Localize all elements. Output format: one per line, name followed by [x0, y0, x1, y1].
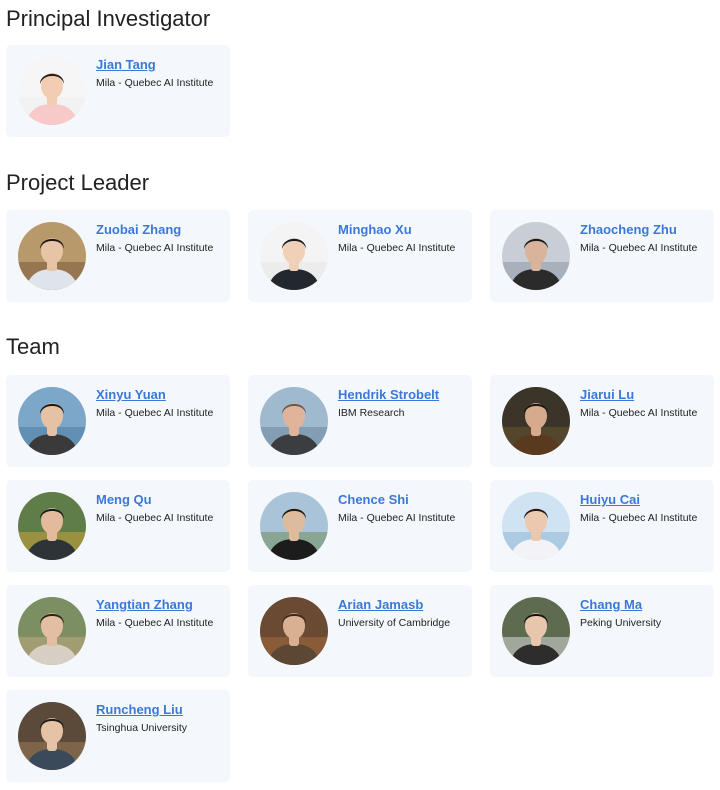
person-card: Jian Tang Mila - Quebec AI Institute — [6, 45, 230, 137]
person-name-link[interactable]: Meng Qu — [96, 492, 152, 507]
avatar — [18, 387, 86, 455]
person-name-link[interactable]: Arian Jamasb — [338, 597, 423, 612]
person-name-link[interactable]: Zhaocheng Zhu — [580, 222, 677, 237]
person-affiliation: Peking University — [580, 617, 662, 629]
person-affiliation: Mila - Quebec AI Institute — [580, 512, 698, 524]
person-affiliation: Tsinghua University — [96, 722, 188, 734]
person-name-link[interactable]: Jiarui Lu — [580, 387, 634, 402]
person-card: Chence Shi Mila - Quebec AI Institute — [248, 480, 472, 572]
person-name-link[interactable]: Huiyu Cai — [580, 492, 640, 507]
person-name-link[interactable]: Yangtian Zhang — [96, 597, 193, 612]
person-affiliation: Mila - Quebec AI Institute — [96, 77, 214, 89]
person-card: Meng Qu Mila - Quebec AI Institute — [6, 480, 230, 572]
person-affiliation: Mila - Quebec AI Institute — [338, 512, 456, 524]
person-affiliation: IBM Research — [338, 407, 405, 419]
person-card: Yangtian Zhang Mila - Quebec AI Institute — [6, 585, 230, 677]
person-affiliation: Mila - Quebec AI Institute — [96, 407, 214, 419]
person-card: Arian Jamasb University of Cambridge — [248, 585, 472, 677]
person-card: Xinyu Yuan Mila - Quebec AI Institute — [6, 375, 230, 467]
person-name-link[interactable]: Zuobai Zhang — [96, 222, 181, 237]
avatar — [260, 492, 328, 560]
person-card: Minghao Xu Mila - Quebec AI Institute — [248, 210, 472, 302]
person-name-link[interactable]: Chang Ma — [580, 597, 642, 612]
avatar — [260, 222, 328, 290]
avatar — [18, 702, 86, 770]
avatar — [260, 597, 328, 665]
avatar — [18, 492, 86, 560]
avatar — [502, 222, 570, 290]
person-affiliation: Mila - Quebec AI Institute — [580, 407, 698, 419]
person-card: Chang Ma Peking University — [490, 585, 714, 677]
avatar — [502, 597, 570, 665]
person-card: Zhaocheng Zhu Mila - Quebec AI Institute — [490, 210, 714, 302]
person-card: Jiarui Lu Mila - Quebec AI Institute — [490, 375, 714, 467]
person-name-link[interactable]: Jian Tang — [96, 57, 156, 72]
person-affiliation: Mila - Quebec AI Institute — [96, 617, 214, 629]
person-affiliation: Mila - Quebec AI Institute — [96, 512, 214, 524]
avatar — [18, 597, 86, 665]
section-title-principal-investigator: Principal Investigator — [6, 6, 211, 31]
person-affiliation: University of Cambridge — [338, 617, 451, 629]
person-affiliation: Mila - Quebec AI Institute — [580, 242, 698, 254]
person-name-link[interactable]: Xinyu Yuan — [96, 387, 166, 402]
avatar — [18, 57, 86, 125]
person-name-link[interactable]: Runcheng Liu — [96, 702, 183, 717]
person-name-link[interactable]: Hendrik Strobelt — [338, 387, 439, 402]
person-card: Hendrik Strobelt IBM Research — [248, 375, 472, 467]
person-card: Runcheng Liu Tsinghua University — [6, 690, 230, 782]
section-title-project-leader: Project Leader — [6, 170, 150, 195]
person-card: Huiyu Cai Mila - Quebec AI Institute — [490, 480, 714, 572]
person-card: Zuobai Zhang Mila - Quebec AI Institute — [6, 210, 230, 302]
avatar — [260, 387, 328, 455]
person-affiliation: Mila - Quebec AI Institute — [338, 242, 456, 254]
avatar — [18, 222, 86, 290]
avatar — [502, 492, 570, 560]
person-name-link[interactable]: Chence Shi — [338, 492, 409, 507]
person-name-link[interactable]: Minghao Xu — [338, 222, 412, 237]
person-affiliation: Mila - Quebec AI Institute — [96, 242, 214, 254]
section-title-team: Team — [6, 334, 60, 359]
avatar — [502, 387, 570, 455]
